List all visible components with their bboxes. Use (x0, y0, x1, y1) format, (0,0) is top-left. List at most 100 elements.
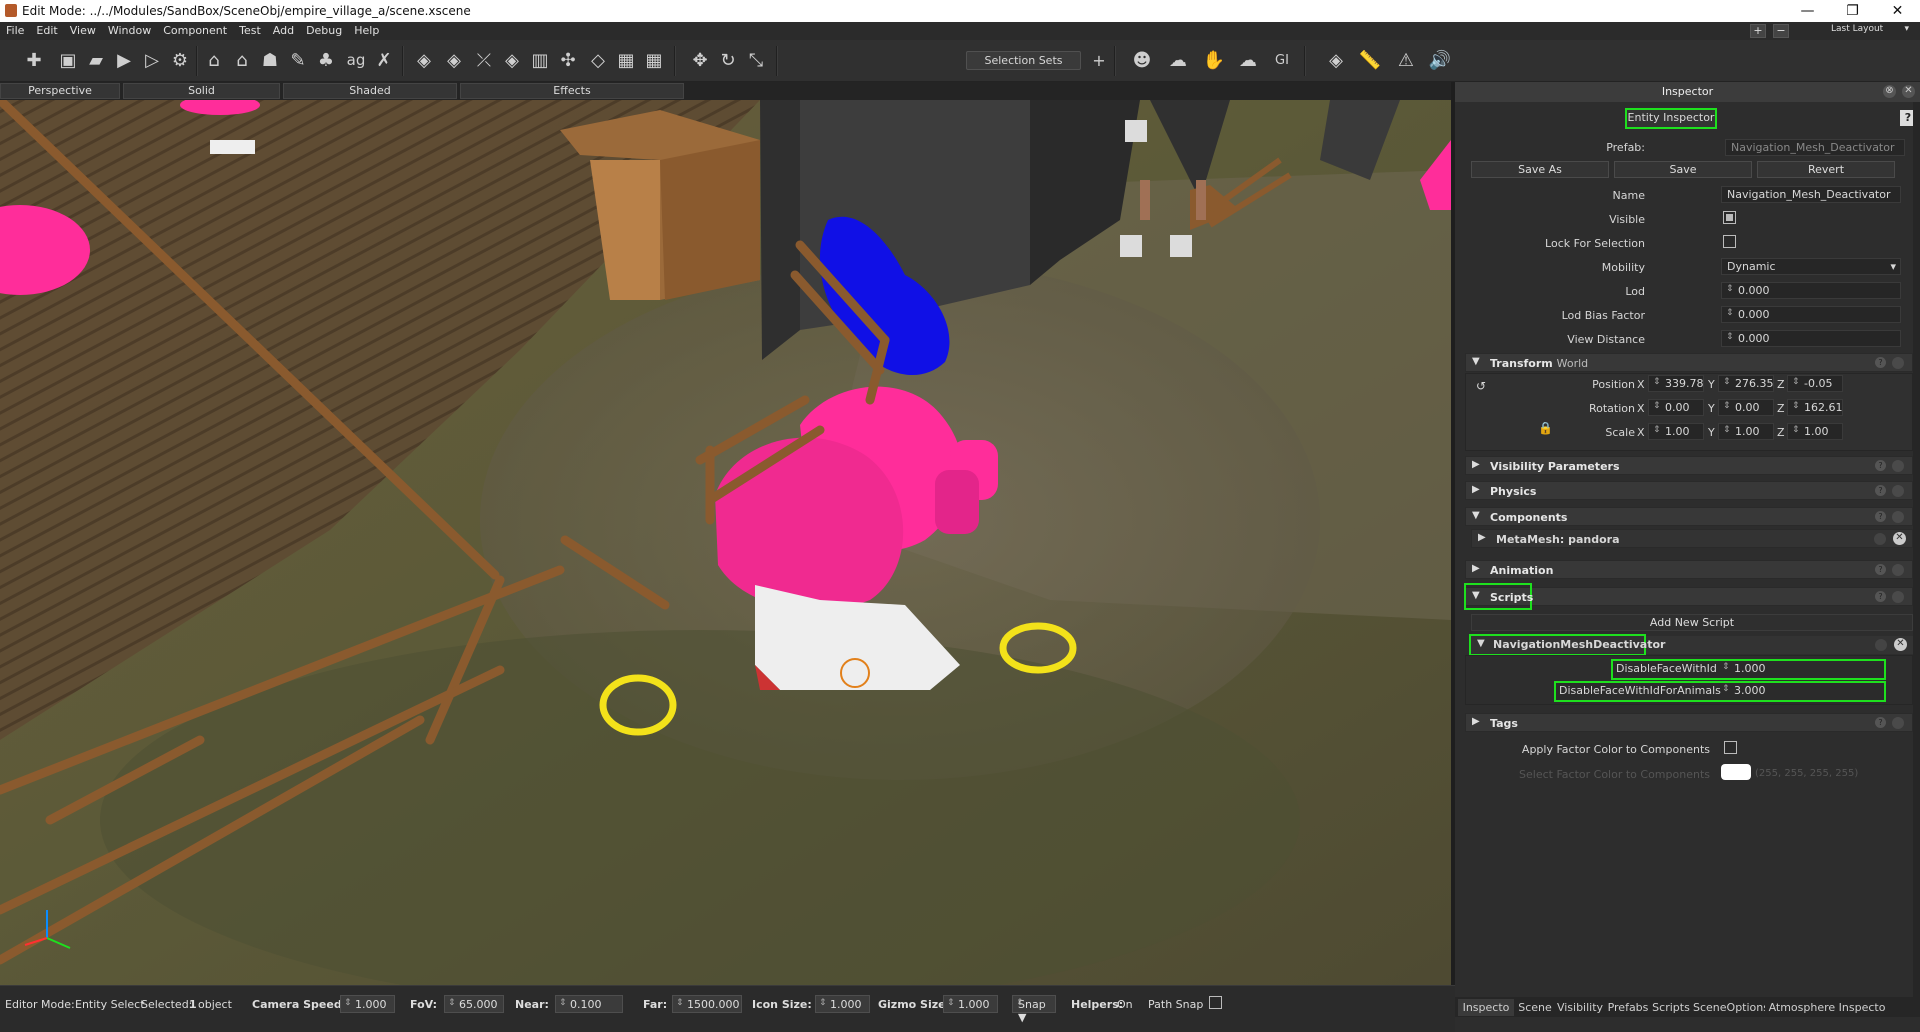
layout-select[interactable]: Last Layout ▾ (1815, 24, 1915, 38)
menu-edit[interactable]: Edit (30, 22, 63, 37)
scale-z-input[interactable]: 1.00 (1787, 423, 1843, 440)
tree-icon[interactable]: ♣ (314, 48, 338, 72)
tab-scene-options[interactable]: SceneOptions (1693, 999, 1765, 1016)
lock-icon[interactable]: 🔒 (1538, 421, 1553, 435)
pin-icon[interactable]: ✚ (22, 48, 46, 72)
menu-help[interactable]: Help (348, 22, 385, 37)
far-input[interactable]: 1500.000 (672, 995, 742, 1013)
lod-bias-input[interactable]: 0.000 (1721, 306, 1901, 323)
tab-effects[interactable]: Effects (460, 83, 684, 99)
menu-test[interactable]: Test (233, 22, 267, 37)
camera-cube-icon[interactable]: ◈ (1324, 48, 1348, 72)
position-y-input[interactable]: 276.35 (1718, 375, 1774, 392)
house-icon[interactable]: ⌂ (202, 48, 226, 72)
tags-section-header[interactable]: ▶ Tags ? (1465, 713, 1913, 732)
paint-icon[interactable]: ✎ (286, 48, 310, 72)
section-toggle-icon[interactable] (1892, 717, 1904, 729)
puzzle-icon[interactable]: ✣ (556, 48, 580, 72)
section-help-icon[interactable]: ? (1875, 485, 1886, 496)
script-toggle-icon[interactable] (1875, 639, 1887, 651)
position-x-input[interactable]: 339.78 (1648, 375, 1704, 392)
section-help-icon[interactable]: ? (1875, 511, 1886, 522)
section-help-icon[interactable]: ? (1875, 564, 1886, 575)
transform-mode[interactable]: World (1557, 357, 1589, 370)
scale-icon[interactable]: ⤡ (744, 48, 768, 72)
animation-section-header[interactable]: ▶ Animation ? (1465, 560, 1913, 579)
section-toggle-icon[interactable] (1892, 460, 1904, 472)
people-icon[interactable]: ☻ (1130, 48, 1154, 72)
save-button[interactable]: Save (1614, 161, 1752, 178)
metamesh-component-row[interactable]: ▶ MetaMesh: pandora ✕ (1471, 529, 1913, 548)
visibility-section-header[interactable]: ▶ Visibility Parameters ? (1465, 456, 1913, 475)
maximize-icon[interactable]: ❐ (1830, 1, 1875, 21)
warning-icon[interactable]: ⚠ (1394, 48, 1418, 72)
remove-layout-button[interactable]: − (1773, 24, 1789, 38)
text-ag-icon[interactable]: ag (344, 48, 368, 72)
visible-checkbox[interactable] (1723, 211, 1736, 224)
tab-prefabs[interactable]: Prefabs (1607, 999, 1649, 1016)
selection-sets-dropdown[interactable]: Selection Sets (966, 51, 1081, 70)
rotation-y-input[interactable]: 0.00 (1718, 399, 1774, 416)
play-outline-icon[interactable]: ▷ (140, 48, 164, 72)
sound-icon[interactable]: 🔊 (1428, 48, 1452, 72)
open-folder-icon[interactable]: ▰ (84, 48, 108, 72)
disable-face-input[interactable]: 1.000 (1718, 661, 1882, 676)
section-help-icon[interactable]: ? (1875, 357, 1886, 368)
remove-component-icon[interactable]: ✕ (1893, 532, 1906, 545)
menu-view[interactable]: View (64, 22, 102, 37)
script-row[interactable]: ▼ NavigationMeshDeactivator ✕ (1469, 634, 1913, 656)
snap-dropdown[interactable]: Snap ▼ (1012, 995, 1056, 1024)
panel-options-icon[interactable]: ⊗ (1883, 85, 1896, 98)
reset-icon[interactable]: ↺ (1476, 379, 1486, 393)
section-help-icon[interactable]: ? (1875, 460, 1886, 471)
name-input[interactable]: Navigation_Mesh_Deactivator (1721, 186, 1901, 203)
scale-y-input[interactable]: 1.00 (1718, 423, 1774, 440)
cube-outline-icon[interactable]: ◇ (586, 48, 610, 72)
add-selection-set-button[interactable]: + (1087, 48, 1111, 72)
component-toggle-icon[interactable] (1874, 533, 1886, 545)
camera-speed-input[interactable]: 1.000 (340, 995, 395, 1013)
tab-scene[interactable]: Scene (1517, 999, 1553, 1016)
play-icon[interactable]: ▶ (112, 48, 136, 72)
inspector-scrollbar[interactable] (1913, 102, 1920, 997)
grid-cube-alt-icon[interactable]: ▦ (642, 48, 666, 72)
house-alt-icon[interactable]: ⌂ (230, 48, 254, 72)
gi-cube-icon[interactable]: GI (1270, 48, 1294, 72)
lod-input[interactable]: 0.000 (1721, 282, 1901, 299)
apply-factor-checkbox[interactable] (1724, 741, 1737, 754)
remove-script-icon[interactable]: ✕ (1894, 638, 1907, 651)
revert-button[interactable]: Revert (1757, 161, 1895, 178)
lock-for-selection-checkbox[interactable] (1723, 235, 1736, 248)
factor-color-swatch[interactable] (1721, 764, 1751, 780)
section-toggle-icon[interactable] (1892, 564, 1904, 576)
axis-icon[interactable]: ⤫ (472, 48, 496, 72)
minimize-icon[interactable]: — (1785, 1, 1830, 21)
mobility-select[interactable]: Dynamic ▾ (1721, 258, 1901, 275)
components-section-header[interactable]: ▼ Components ? (1465, 507, 1913, 526)
save-as-button[interactable]: Save As (1471, 161, 1609, 178)
hand-icon[interactable]: ✋ (1202, 48, 1226, 72)
physics-section-header[interactable]: ▶ Physics ? (1465, 481, 1913, 500)
scene-viewport[interactable] (0, 100, 1451, 985)
menu-add[interactable]: Add (267, 22, 300, 37)
icon-size-input[interactable]: 1.000 (815, 995, 870, 1013)
disable-face-animals-input[interactable]: 3.000 (1718, 683, 1882, 698)
section-toggle-icon[interactable] (1892, 511, 1904, 523)
menu-component[interactable]: Component (157, 22, 233, 37)
near-input[interactable]: 0.100 (555, 995, 623, 1013)
settings-package-icon[interactable]: ⚙ (168, 48, 192, 72)
ruler-icon[interactable]: 📏 (1358, 48, 1382, 72)
scale-x-input[interactable]: 1.00 (1648, 423, 1704, 440)
panel-close-icon[interactable]: ✕ (1902, 85, 1915, 98)
section-help-icon[interactable]: ? (1875, 717, 1886, 728)
tab-inspector[interactable]: Inspecto (1458, 999, 1514, 1016)
menu-debug[interactable]: Debug (300, 22, 348, 37)
cursor-x-icon[interactable]: ✗ (372, 48, 396, 72)
house-fill-icon[interactable]: ☗ (258, 48, 282, 72)
scripts-section-header[interactable]: ▼ Scripts ? (1464, 583, 1913, 610)
rotation-z-input[interactable]: 162.61 (1787, 399, 1843, 416)
move-icon[interactable]: ✥ (688, 48, 712, 72)
section-help-icon[interactable]: ? (1875, 591, 1886, 602)
section-toggle-icon[interactable] (1892, 485, 1904, 497)
section-toggle-icon[interactable] (1892, 357, 1904, 369)
